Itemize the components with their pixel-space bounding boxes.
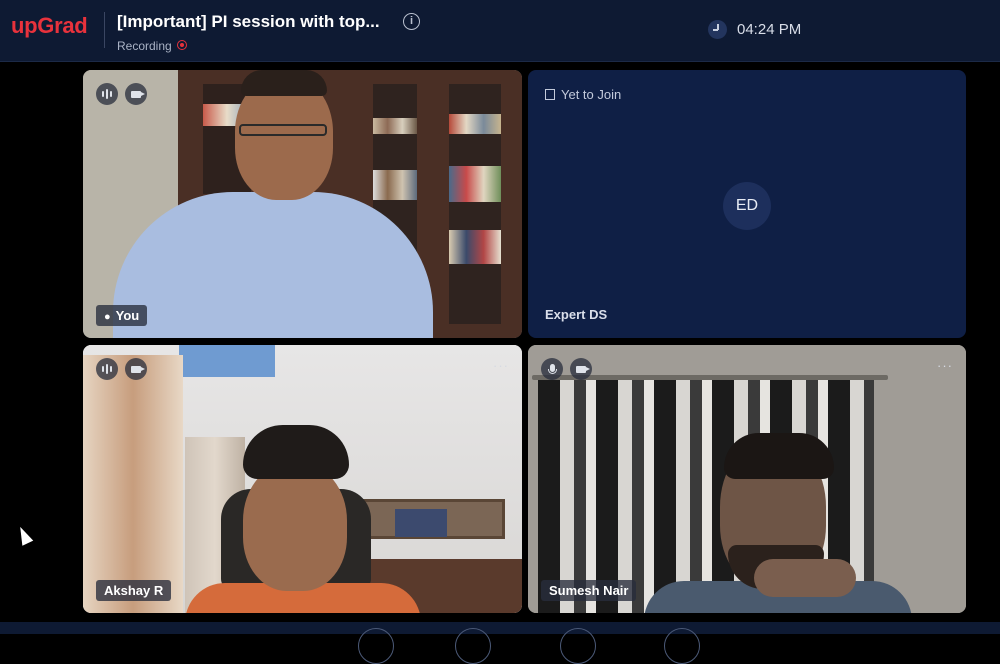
audio-indicator-button[interactable] [96,83,118,105]
upgrad-logo[interactable]: upGrad [11,13,88,39]
more-options-icon[interactable]: ··· [937,358,953,373]
ceiling-blue [179,345,275,377]
video-tile-akshay[interactable]: ··· Akshay R [83,345,522,613]
participant-name: Akshay R [96,580,172,601]
person-hair [724,433,834,479]
microphone-button[interactable] [541,358,563,380]
camera-button[interactable] [125,83,147,105]
audio-level-icon [102,89,112,99]
recording-dot-icon [177,40,187,50]
avatar: ED [723,182,771,230]
header-divider [104,12,105,48]
camera-icon [131,365,145,373]
speaking-user-icon: ● [104,311,111,323]
eyeglasses [239,124,327,136]
participant-name: You [115,308,140,323]
join-status: Yet to Join [545,87,621,102]
mic-toggle-button[interactable] [358,628,394,664]
more-controls-button[interactable] [664,628,700,664]
meeting-time: 04:24 PM [737,21,802,38]
meeting-title: [Important] PI session with top... [117,12,380,31]
books [373,170,417,200]
participant-name: Expert DS [545,307,608,322]
photo-frame [395,509,447,537]
top-bar: upGrad [Important] PI session with top..… [0,0,1000,62]
books [449,230,501,264]
join-door-icon [545,89,555,100]
more-options-icon[interactable]: ··· [493,358,509,373]
recording-label: Recording [117,39,172,53]
join-status-label: Yet to Join [561,87,622,102]
curtain [83,355,183,613]
participant-name-tag: ● You [96,305,148,326]
books [449,114,501,134]
camera-toggle-button[interactable] [455,628,491,664]
screen-share-button[interactable] [560,628,596,664]
bottom-control-bar [0,622,1000,634]
info-icon[interactable]: i [403,13,420,30]
person-hair [241,70,327,96]
person-hair [243,425,349,479]
clock-icon [708,20,727,39]
audio-level-icon [102,364,112,374]
mouse-cursor-icon [14,524,34,546]
camera-button[interactable] [570,358,592,380]
person-face [243,463,347,591]
books [449,166,501,202]
audio-indicator-button[interactable] [96,358,118,380]
video-tile-expert[interactable]: Yet to Join ED Expert DS [528,70,966,338]
video-tile-sumesh[interactable]: ··· Sumesh Nair [528,345,966,613]
video-tile-you[interactable]: ● You [83,70,522,338]
camera-icon [131,90,145,98]
books [373,118,417,134]
camera-icon [576,365,590,373]
camera-button[interactable] [125,358,147,380]
participant-name: Sumesh Nair [541,580,637,601]
person-hand [754,559,856,597]
microphone-icon [547,364,557,374]
